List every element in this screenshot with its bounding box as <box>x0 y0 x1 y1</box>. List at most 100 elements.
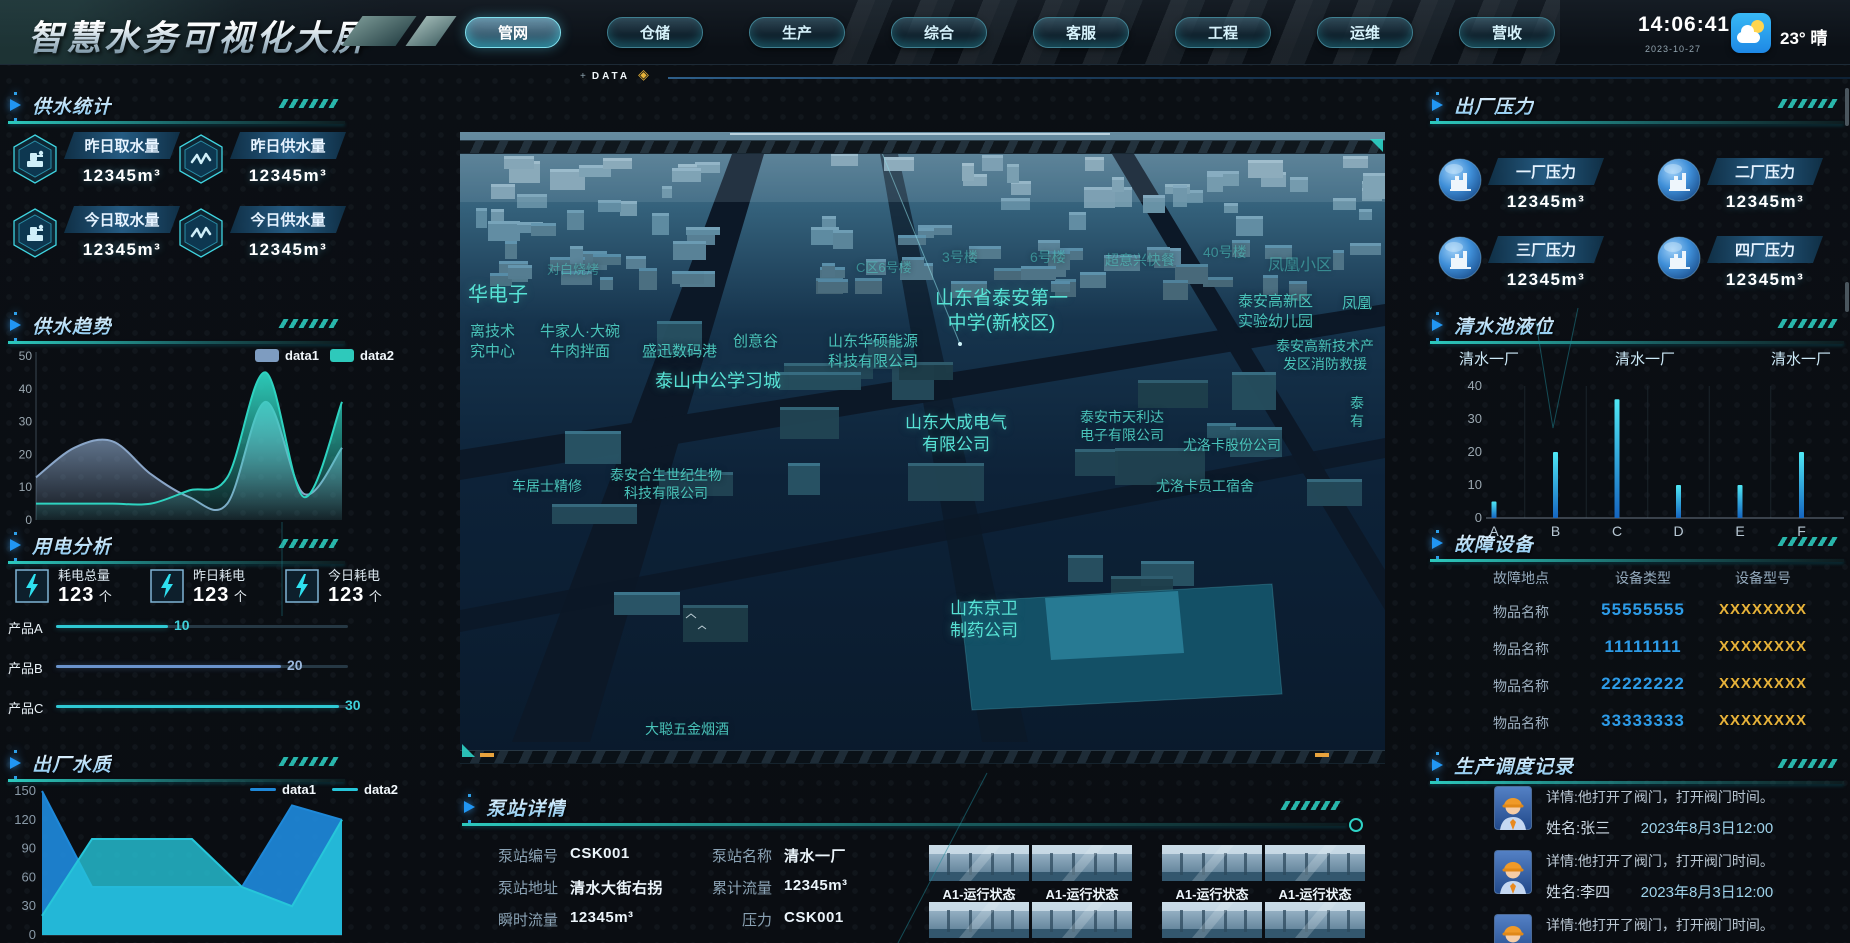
header: 智慧水务可视化大屏 管网仓储生产综合客服工程运维营收 14:06:41 2023… <box>0 0 1850 65</box>
pump-icon <box>12 208 58 258</box>
hazard-dashes-icon <box>278 319 341 328</box>
stat-label: 昨日供水量 <box>230 132 346 159</box>
svg-text:40: 40 <box>1468 378 1482 393</box>
nav-tab-6[interactable]: 工程 <box>1175 17 1271 48</box>
svg-text:30: 30 <box>19 415 33 429</box>
map-label: 40号楼 <box>1203 243 1247 261</box>
camera-thumb[interactable]: A1-运行状态 <box>1162 902 1262 943</box>
map-orange-dash <box>1315 753 1329 757</box>
camera-thumb[interactable]: A1-运行状态 <box>1162 845 1262 903</box>
camera-thumb[interactable]: A1-运行状态 <box>1265 845 1365 903</box>
fault-col-header: 故障地点 <box>1456 568 1586 588</box>
svg-text:30: 30 <box>22 898 36 913</box>
camera-thumb[interactable]: A1-运行状态 <box>1032 845 1132 903</box>
weather-icon <box>1731 13 1771 53</box>
record-date: 2023年8月3日12:00 <box>1641 884 1774 901</box>
bar-track <box>56 665 348 668</box>
product-name: 产品B <box>8 658 43 677</box>
power-stat-unit: 个 <box>234 589 247 604</box>
power-stat-value: 123 <box>58 584 94 606</box>
map-label: 泰有 <box>1350 394 1364 430</box>
camera-caption: A1-运行状态 <box>1265 884 1365 903</box>
map-label: 对白烧烤 <box>547 262 599 279</box>
product-bar-row: 产品C 30 <box>8 696 353 716</box>
camera-thumb[interactable]: A1-运行状态 <box>929 845 1029 903</box>
map-label: 泰安高新技术产发区消防救援 <box>1276 337 1374 373</box>
pressure-card: 二厂压力 12345m³ <box>1657 158 1850 212</box>
map-label: 山东省泰安第一中学(新校区) <box>935 287 1068 336</box>
map-label: C区6号楼 <box>856 260 912 277</box>
pressure-label: 二厂压力 <box>1707 158 1823 185</box>
map-label: 泰山中公学习城 <box>655 370 781 393</box>
panel-title-power: 用电分析 <box>32 532 112 559</box>
fault-model: XXXXXXXX <box>1698 712 1828 729</box>
nav-tab-1[interactable]: 管网 <box>465 17 561 48</box>
nav-tab-8[interactable]: 营收 <box>1459 17 1555 48</box>
product-name: 产品C <box>8 698 43 717</box>
title-underline <box>8 121 345 124</box>
weather-text: 23° 晴 <box>1780 24 1827 49</box>
title-underline <box>1430 341 1844 344</box>
supply-trend-chart: 01020304050 <box>6 346 350 534</box>
power-stat-value: 123 <box>328 584 364 606</box>
panel-title-levels: 清水池液位 <box>1454 312 1554 339</box>
level-tab-1[interactable]: 清水一厂 <box>1443 348 1535 369</box>
product-bar-row: 产品A 10 <box>8 616 353 636</box>
record-name: 姓名:张三 <box>1546 820 1610 837</box>
camera-thumb[interactable]: A1-运行状态 <box>1032 902 1132 943</box>
map-label: 泰安市天利达电子有限公司 <box>1080 408 1164 444</box>
panel-title-pressure: 出厂压力 <box>1454 92 1534 119</box>
svg-text:0: 0 <box>29 927 36 942</box>
map-label: 凤凰 <box>1342 294 1372 314</box>
map-label: 凤凰小区 <box>1268 256 1332 277</box>
triangle-marker-icon <box>464 801 475 813</box>
field-label: 泵站名称 <box>660 845 772 866</box>
plant-sphere-icon <box>1438 236 1482 280</box>
svg-text:E: E <box>1735 523 1744 539</box>
dispatch-records: 详情:他打开了阀门，打开阀门时间。 姓名:张三 2023年8月3日12:00 详… <box>1494 786 1850 943</box>
stat-value: 12345m³ <box>230 240 346 260</box>
camera-caption: A1-运行状态 <box>1032 884 1132 903</box>
record-name: 姓名:李四 <box>1546 884 1610 901</box>
underline-end-ring <box>1349 818 1363 832</box>
pool-level-chart: 403020100 A B C D E F <box>1446 372 1850 544</box>
record-date: 2023年8月3日12:00 <box>1641 820 1774 837</box>
triangle-marker-icon <box>1432 759 1443 771</box>
camera-thumb[interactable]: A1-运行状态 <box>929 902 1029 943</box>
dispatch-record: 详情:他打开了阀门，打开阀门时间。 姓名:李四 2023年8月3日12:00 <box>1494 850 1850 902</box>
svg-text:B: B <box>1551 523 1560 539</box>
level-tab-3[interactable]: 清水一厂 <box>1755 348 1847 369</box>
svg-text:C: C <box>1612 523 1622 539</box>
city-map-3d[interactable]: 对白烧烤 华电子 离技术究中心 牛家人·大碗牛肉拌面 盛迅数码港 创意谷 泰山中… <box>460 132 1385 764</box>
power-stat: 今日耗电 123 个 <box>285 565 382 607</box>
field-label: 泵站编号 <box>462 845 558 866</box>
pressure-value: 12345m³ <box>1488 270 1604 290</box>
svg-text:90: 90 <box>22 841 36 856</box>
hazard-dashes-icon <box>1280 801 1343 810</box>
svg-text:20: 20 <box>1468 444 1482 459</box>
map-orange-dash <box>480 753 494 757</box>
record-detail: 详情:他打开了阀门，打开阀门时间。 <box>1546 851 1774 871</box>
nav-tab-3[interactable]: 生产 <box>749 17 845 48</box>
hazard-dashes-icon <box>278 757 341 766</box>
field-label: 累计流量 <box>660 877 772 898</box>
worker-avatar-icon <box>1494 850 1532 902</box>
nav-tab-7[interactable]: 运维 <box>1317 17 1413 48</box>
field-value: 清水一厂 <box>784 845 846 866</box>
supply-stat-card: 今日取水量 12345m³ <box>12 206 176 260</box>
svg-text:50: 50 <box>19 349 33 363</box>
nav-tab-5[interactable]: 客服 <box>1033 17 1129 48</box>
triangle-marker-icon <box>1432 537 1443 549</box>
wave-icon <box>178 134 224 184</box>
camera-thumb[interactable]: A1-运行状态 <box>1265 902 1365 943</box>
level-tab-2[interactable]: 清水一厂 <box>1599 348 1691 369</box>
wave-icon <box>178 208 224 258</box>
svg-text:D: D <box>1673 523 1683 539</box>
stat-label: 昨日取水量 <box>64 132 180 159</box>
nav-tab-2[interactable]: 仓储 <box>607 17 703 48</box>
map-label: 泰安高新区实验幼儿园 <box>1238 292 1313 331</box>
power-stat: 耗电总量 123 个 <box>15 565 112 607</box>
app-title: 智慧水务可视化大屏 <box>28 10 370 61</box>
nav-tab-4[interactable]: 综合 <box>891 17 987 48</box>
panel-title-pump-detail: 泵站详情 <box>486 794 566 821</box>
